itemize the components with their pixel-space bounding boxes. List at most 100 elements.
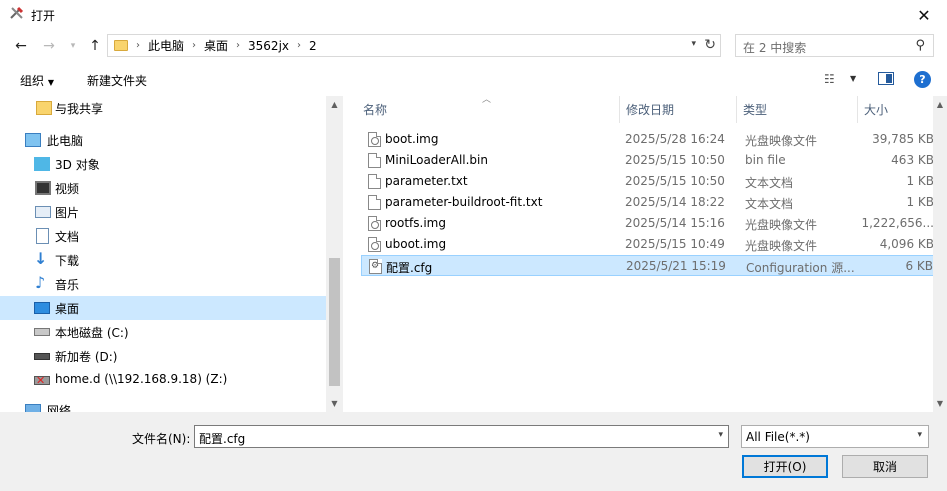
search-input[interactable]: 在 2 中搜索 ⚲ [735, 34, 934, 57]
nav-item-documents[interactable]: 文档 [0, 224, 326, 248]
close-icon: ✕ [917, 5, 931, 25]
address-bar[interactable]: › 此电脑 › 桌面 › 3562jx › 2 ▾ ↻ [107, 34, 721, 57]
nav-item-downloads[interactable]: ↓ 下载 [0, 248, 326, 272]
file-row[interactable]: parameter.txt 2025/5/15 10:50 文本文档 1 KB [361, 171, 936, 192]
documents-icon [36, 228, 49, 244]
file-type-select[interactable]: All File(*.*) ▾ [741, 425, 929, 448]
text-file-icon [368, 174, 381, 189]
nav-item-desktop[interactable]: 桌面 [0, 296, 326, 320]
scroll-down-icon[interactable]: ▼ [933, 395, 947, 412]
nav-item-label: 新加卷 (D:) [55, 350, 118, 364]
preview-pane-icon[interactable] [878, 72, 894, 85]
new-folder-button[interactable]: 新建文件夹 [87, 72, 147, 89]
nav-item-3d-objects[interactable]: 3D 对象 [0, 152, 326, 176]
open-button[interactable]: 打开(O) [742, 455, 828, 478]
breadcrumb-2[interactable]: 2 [309, 39, 317, 53]
nav-item-videos[interactable]: 视频 [0, 176, 326, 200]
disc-image-icon [368, 216, 381, 231]
file-name: boot.img [385, 132, 439, 146]
column-header-size[interactable]: 大小 [858, 96, 933, 123]
config-file-icon [369, 259, 382, 274]
navigation-scrollbar[interactable]: ▲ ▼ [326, 96, 343, 412]
file-row[interactable]: parameter-buildroot-fit.txt 2025/5/14 18… [361, 192, 936, 213]
disconnected-x-icon: ✕ [36, 374, 46, 387]
file-size: 39,785 KB [872, 132, 934, 146]
organize-button[interactable]: 组织 ▼ [20, 72, 54, 89]
pictures-icon [35, 206, 51, 218]
filename-input[interactable]: 配置.cfg ▾ [194, 425, 729, 448]
nav-item-network[interactable]: 网络 [0, 398, 326, 412]
file-name: parameter-buildroot-fit.txt [385, 195, 543, 209]
music-icon: ♪ [35, 273, 46, 292]
computer-icon [25, 133, 41, 147]
nav-item-local-disk-c[interactable]: 本地磁盘 (C:) [0, 320, 326, 344]
file-row[interactable]: MiniLoaderAll.bin 2025/5/15 10:50 bin fi… [361, 150, 936, 171]
search-icon: ⚲ [915, 38, 925, 53]
arrow-up-icon: ↑ [89, 38, 101, 54]
scroll-up-icon[interactable]: ▲ [933, 96, 947, 113]
local-disk-icon [34, 328, 50, 336]
refresh-icon[interactable]: ↻ [704, 37, 716, 53]
close-button[interactable]: ✕ [901, 0, 947, 30]
nav-item-network-drive-z[interactable]: ✕ home.d (\\192.168.9.18) (Z:) [0, 368, 326, 392]
chevron-right-icon[interactable]: › [236, 40, 240, 51]
chevron-right-icon[interactable]: › [192, 40, 196, 51]
chevron-down-icon: ▼ [47, 78, 54, 87]
chevron-down-icon[interactable]: ▾ [917, 430, 922, 440]
view-options-icon[interactable]: ☷ [824, 72, 835, 86]
file-name: parameter.txt [385, 174, 468, 188]
breadcrumb-3562jx[interactable]: 3562jx [248, 39, 289, 53]
back-button[interactable]: ← [10, 36, 32, 56]
search-placeholder: 在 2 中搜索 [743, 41, 807, 55]
forward-button[interactable]: → [38, 36, 60, 56]
breadcrumb-desktop[interactable]: 桌面 [204, 37, 228, 54]
chevron-right-icon: › [136, 40, 140, 51]
column-header-type[interactable]: 类型 [737, 96, 858, 123]
chevron-down-icon[interactable]: ▾ [691, 39, 696, 49]
nav-item-music[interactable]: ♪ 音乐 [0, 272, 326, 296]
scrollbar-thumb[interactable] [329, 258, 340, 386]
file-modified: 2025/5/15 10:50 [625, 174, 725, 188]
organize-label: 组织 [20, 74, 45, 88]
cancel-button[interactable]: 取消 [842, 455, 928, 478]
nav-item-label: 文档 [55, 230, 80, 244]
chevron-down-icon[interactable]: ▾ [718, 430, 723, 440]
chevron-right-icon[interactable]: › [297, 40, 301, 51]
file-row[interactable]: rootfs.img 2025/5/14 15:16 光盘映像文件 1,222,… [361, 213, 936, 234]
file-row-selected[interactable]: 配置.cfg 2025/5/21 15:19 Configuration 源..… [361, 255, 936, 276]
nav-item-label: 视频 [55, 182, 80, 196]
file-name: 配置.cfg [386, 261, 433, 275]
recent-locations-button[interactable]: ▾ [62, 36, 84, 56]
help-icon[interactable]: ? [914, 71, 931, 88]
file-type: 光盘映像文件 [745, 134, 818, 148]
file-type: 文本文档 [745, 197, 794, 211]
filename-value: 配置.cfg [199, 432, 246, 446]
nav-item-shared-with-me[interactable]: 与我共享 [0, 96, 326, 120]
column-header-modified[interactable]: 修改日期 [620, 96, 737, 123]
toolbar: 组织 ▼ 新建文件夹 ☷ ▼ ? [0, 62, 947, 96]
up-button[interactable]: ↑ [84, 36, 106, 56]
scroll-up-icon[interactable]: ▲ [326, 96, 343, 113]
nav-item-label: 桌面 [55, 302, 80, 316]
file-modified: 2025/5/15 10:49 [625, 237, 725, 251]
breadcrumb-this-pc[interactable]: 此电脑 [148, 37, 184, 54]
nav-item-pictures[interactable]: 图片 [0, 200, 326, 224]
column-header-name[interactable]: 名称 [357, 96, 620, 123]
drive-icon [34, 353, 50, 360]
desktop-icon [34, 302, 50, 314]
nav-item-this-pc[interactable]: 此电脑 [0, 128, 326, 152]
nav-item-label: 音乐 [55, 278, 80, 292]
nav-item-label: 此电脑 [47, 134, 84, 148]
scroll-down-icon[interactable]: ▼ [326, 395, 343, 412]
chevron-down-icon[interactable]: ▼ [850, 74, 856, 83]
nav-item-new-volume-d[interactable]: 新加卷 (D:) [0, 344, 326, 368]
file-type: Configuration 源... [746, 261, 855, 275]
file-size: 1 KB [906, 174, 934, 188]
file-modified: 2025/5/28 16:24 [625, 132, 725, 146]
file-name: rootfs.img [385, 216, 446, 230]
file-list-scrollbar[interactable]: ▲ ▼ [933, 96, 947, 412]
nav-item-label: 3D 对象 [55, 158, 100, 172]
file-name: uboot.img [385, 237, 447, 251]
file-row[interactable]: boot.img 2025/5/28 16:24 光盘映像文件 39,785 K… [361, 129, 936, 150]
file-row[interactable]: uboot.img 2025/5/15 10:49 光盘映像文件 4,096 K… [361, 234, 936, 255]
